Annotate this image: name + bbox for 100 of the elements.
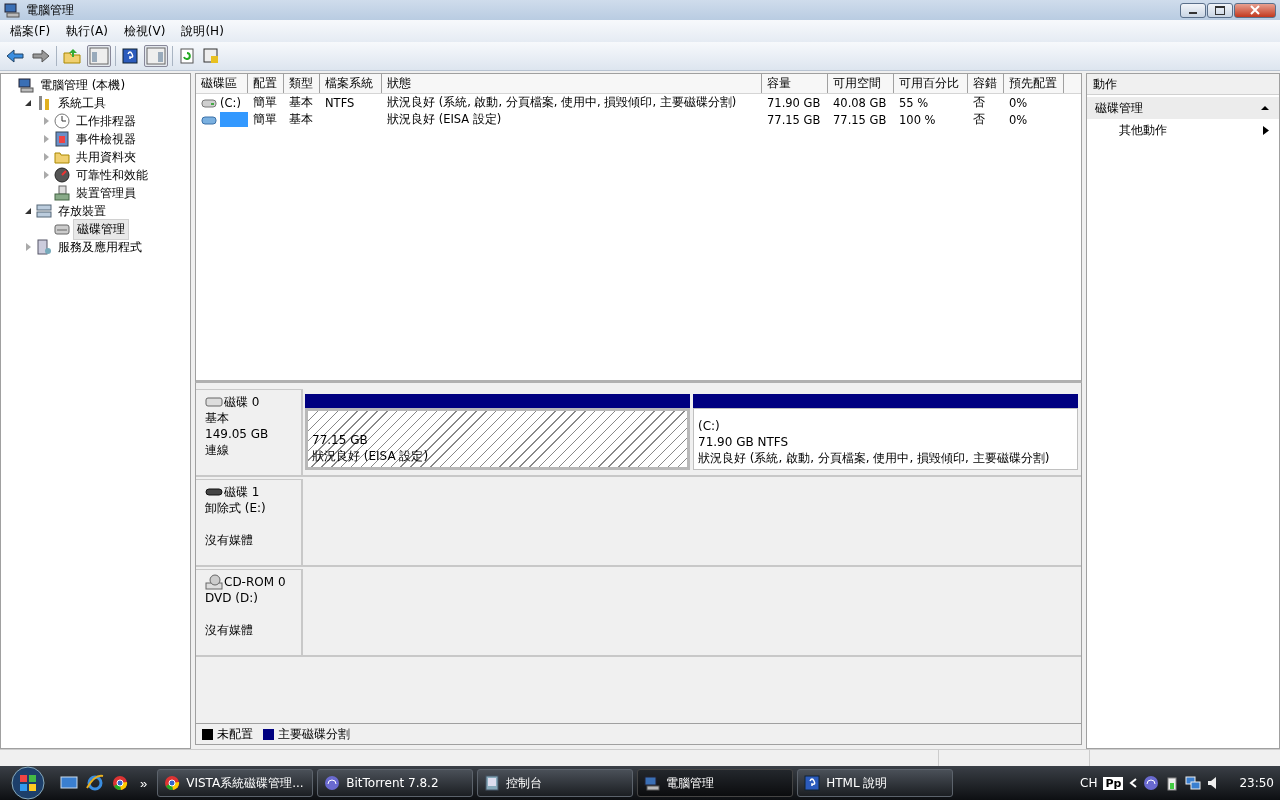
disk-name: CD-ROM 0 <box>224 575 286 589</box>
properties-icon[interactable] <box>201 46 221 66</box>
device-icon <box>54 185 70 201</box>
computer-icon <box>18 77 34 93</box>
menu-item[interactable]: 檢視(V) <box>123 22 166 40</box>
partition-block[interactable]: 77.15 GB 狀況良好 (EISA 設定) <box>305 408 690 470</box>
clock-icon <box>54 113 70 129</box>
tree-item[interactable]: 系統工具 <box>55 93 109 113</box>
disk-media-status: 沒有媒體 <box>205 623 253 637</box>
tree-item[interactable]: 服務及應用程式 <box>55 237 145 257</box>
table-cell: 77.15 GB <box>767 112 821 127</box>
table-cell: 71.90 GB <box>767 95 821 110</box>
maximize-button[interactable] <box>1207 2 1233 18</box>
tree-item[interactable]: 共用資料夾 <box>73 147 139 167</box>
table-cell: 否 <box>973 95 985 110</box>
table-cell: 55 % <box>899 95 929 110</box>
close-button[interactable] <box>1234 2 1276 18</box>
start-button[interactable] <box>8 766 48 800</box>
menu-item[interactable]: 檔案(F) <box>10 22 51 40</box>
pane-icon[interactable] <box>87 45 111 67</box>
column-header[interactable]: 可用空間 <box>828 74 894 93</box>
actions-section[interactable]: 磁碟管理 <box>1087 97 1279 119</box>
tree-item[interactable]: 可靠性和效能 <box>73 165 151 185</box>
computer-icon <box>4 2 20 18</box>
table-cell: 基本 <box>289 95 313 110</box>
column-header[interactable]: 容錯 <box>968 74 1004 93</box>
network-icon[interactable] <box>1185 775 1202 791</box>
torrent-icon <box>324 775 341 791</box>
column-header[interactable]: 可用百分比 <box>894 74 968 93</box>
column-header[interactable]: 狀態 <box>382 74 762 93</box>
table-cell: 基本 <box>289 112 313 127</box>
tree-item[interactable]: 電腦管理 (本機) <box>37 75 129 95</box>
more-button[interactable]: » <box>134 775 154 791</box>
taskbar-button[interactable]: VISTA系統磁碟管理... <box>157 769 314 797</box>
column-header[interactable]: 磁碟區 <box>196 74 248 93</box>
column-header[interactable]: 預先配置 <box>1004 74 1064 93</box>
minimize-button[interactable] <box>1180 2 1206 18</box>
computer-icon <box>644 775 661 791</box>
menu-item[interactable]: 說明(H) <box>181 22 224 40</box>
torrent-icon[interactable] <box>1143 775 1160 791</box>
chevron-icon[interactable] <box>1129 778 1138 788</box>
tree-item[interactable]: 裝置管理員 <box>73 183 139 203</box>
tree-item[interactable]: 存放裝置 <box>55 201 109 221</box>
taskbar-button[interactable]: BitTorrent 7.8.2 <box>317 769 474 797</box>
disk-detail: 連線 <box>205 443 229 457</box>
language-indicator[interactable]: CH <box>1080 776 1098 790</box>
column-header[interactable]: 配置 <box>248 74 284 93</box>
disk-detail: 基本 <box>205 411 229 425</box>
taskbar-button[interactable]: HTML 說明 <box>797 769 954 797</box>
disk-media-status: 沒有媒體 <box>205 533 253 547</box>
table-cell: 100 % <box>899 112 936 127</box>
folder-icon <box>54 149 70 165</box>
back-arrow-icon[interactable] <box>4 46 26 66</box>
taskbar-button[interactable]: 控制台 <box>477 769 634 797</box>
column-header[interactable]: 容量 <box>762 74 828 93</box>
disk-detail: DVD (D:) <box>205 591 258 605</box>
gauge-icon <box>54 167 70 183</box>
table-cell: NTFS <box>325 95 355 110</box>
table-cell: 簡單 <box>253 112 277 127</box>
removable-drive-icon <box>205 486 223 498</box>
legend-label: 未配置 <box>217 725 253 743</box>
tree-item[interactable]: 事件檢視器 <box>73 129 139 149</box>
column-header[interactable]: 類型 <box>284 74 320 93</box>
window-title: 電腦管理 <box>26 1 74 19</box>
action-item[interactable]: 其他動作 <box>1087 119 1279 141</box>
table-cell: (C:) <box>220 95 241 110</box>
hard-drive-icon <box>205 396 223 408</box>
tree-item[interactable]: 工作排程器 <box>73 111 139 131</box>
taskbar-button[interactable]: 電腦管理 <box>637 769 794 797</box>
disk-detail: 卸除式 (E:) <box>205 501 266 515</box>
table-cell: 77.15 GB <box>833 112 887 127</box>
drive-icon <box>201 96 217 109</box>
table-cell: 狀況良好 (系統, 啟動, 分頁檔案, 使用中, 損毀傾印, 主要磁碟分割) <box>387 95 737 110</box>
storage-icon <box>36 203 52 219</box>
legend-label: 主要磁碟分割 <box>278 725 350 743</box>
browser-icon <box>164 775 181 791</box>
close-icon <box>1250 5 1260 15</box>
up-folder-icon[interactable] <box>61 46 83 66</box>
disk-name: 磁碟 0 <box>224 393 260 411</box>
table-cell: 否 <box>973 112 985 127</box>
table-cell: 40.08 GB <box>833 95 887 110</box>
log-book-icon <box>54 131 70 147</box>
expanded-arrow-icon[interactable] <box>25 100 31 106</box>
forward-arrow-icon[interactable] <box>30 46 52 66</box>
console-icon <box>484 775 501 791</box>
ime-indicator[interactable]: Pp <box>1103 776 1124 790</box>
refresh-icon[interactable] <box>177 46 197 66</box>
drive-icon <box>201 113 217 126</box>
power-icon[interactable] <box>1165 775 1180 791</box>
disk-name: 磁碟 1 <box>224 483 260 501</box>
table-cell: 0% <box>1009 95 1028 110</box>
tools-icon <box>36 95 52 111</box>
partition-block[interactable]: (C:) 71.90 GB NTFS 狀況良好 (系統, 啟動, 分頁檔案, 使用中, 損毀傾印, 主要磁碟分割) <box>693 408 1078 470</box>
actions-title: 動作 <box>1087 74 1279 95</box>
submenu-arrow-icon <box>1263 125 1269 135</box>
table-cell: 簡單 <box>253 95 277 110</box>
column-header[interactable]: 檔案系統 <box>320 74 382 93</box>
tree-item[interactable]: 磁碟管理 <box>73 218 129 240</box>
menu-item[interactable]: 執行(A) <box>66 22 108 40</box>
browser-icon[interactable] <box>110 773 130 793</box>
